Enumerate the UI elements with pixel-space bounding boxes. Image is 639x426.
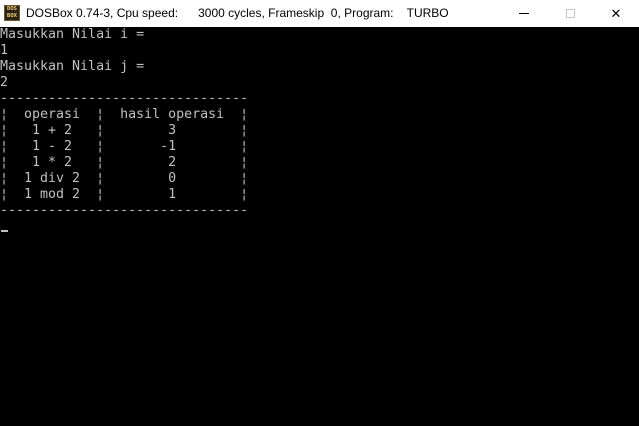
table-bottom-border: ------------------------------- — [0, 203, 249, 218]
maximize-button[interactable] — [547, 0, 593, 27]
input-i-value: 1 — [0, 43, 9, 58]
table-header-row: ¦ operasi ¦ hasil operasi ¦ — [0, 107, 249, 122]
close-button[interactable]: ✕ — [593, 0, 639, 27]
table-row: ¦ 1 * 2 ¦ 2 ¦ — [0, 155, 249, 170]
maximize-icon — [565, 9, 575, 18]
text-cursor — [1, 230, 8, 232]
table-row: ¦ 1 + 2 ¦ 3 ¦ — [0, 123, 249, 138]
window-title: DOSBox 0.74-3, Cpu speed: 3000 cycles, F… — [26, 6, 449, 20]
table-row: ¦ 1 mod 2 ¦ 1 ¦ — [0, 187, 249, 202]
table-row: ¦ 1 - 2 ¦ -1 ¦ — [0, 139, 249, 154]
input-j-value: 2 — [0, 75, 9, 90]
minimize-button[interactable] — [501, 0, 547, 27]
icon-label-top: DOS — [7, 6, 17, 12]
prompt-j: Masukkan Nilai j = — [0, 59, 145, 74]
terminal-screen[interactable]: Masukkan Nilai i = 1 Masukkan Nilai j = … — [0, 27, 639, 426]
title-bar[interactable]: DOS BOX DOSBox 0.74-3, Cpu speed: 3000 c… — [0, 0, 639, 27]
table-top-border: ------------------------------- — [0, 91, 249, 106]
dosbox-window: DOS BOX DOSBox 0.74-3, Cpu speed: 3000 c… — [0, 0, 639, 426]
minimize-icon — [519, 13, 529, 14]
dosbox-app-icon[interactable]: DOS BOX — [4, 5, 20, 21]
table-row: ¦ 1 div 2 ¦ 0 ¦ — [0, 171, 249, 186]
icon-label-bottom: BOX — [7, 13, 17, 19]
prompt-i: Masukkan Nilai i = — [0, 27, 145, 42]
close-icon: ✕ — [610, 5, 622, 21]
